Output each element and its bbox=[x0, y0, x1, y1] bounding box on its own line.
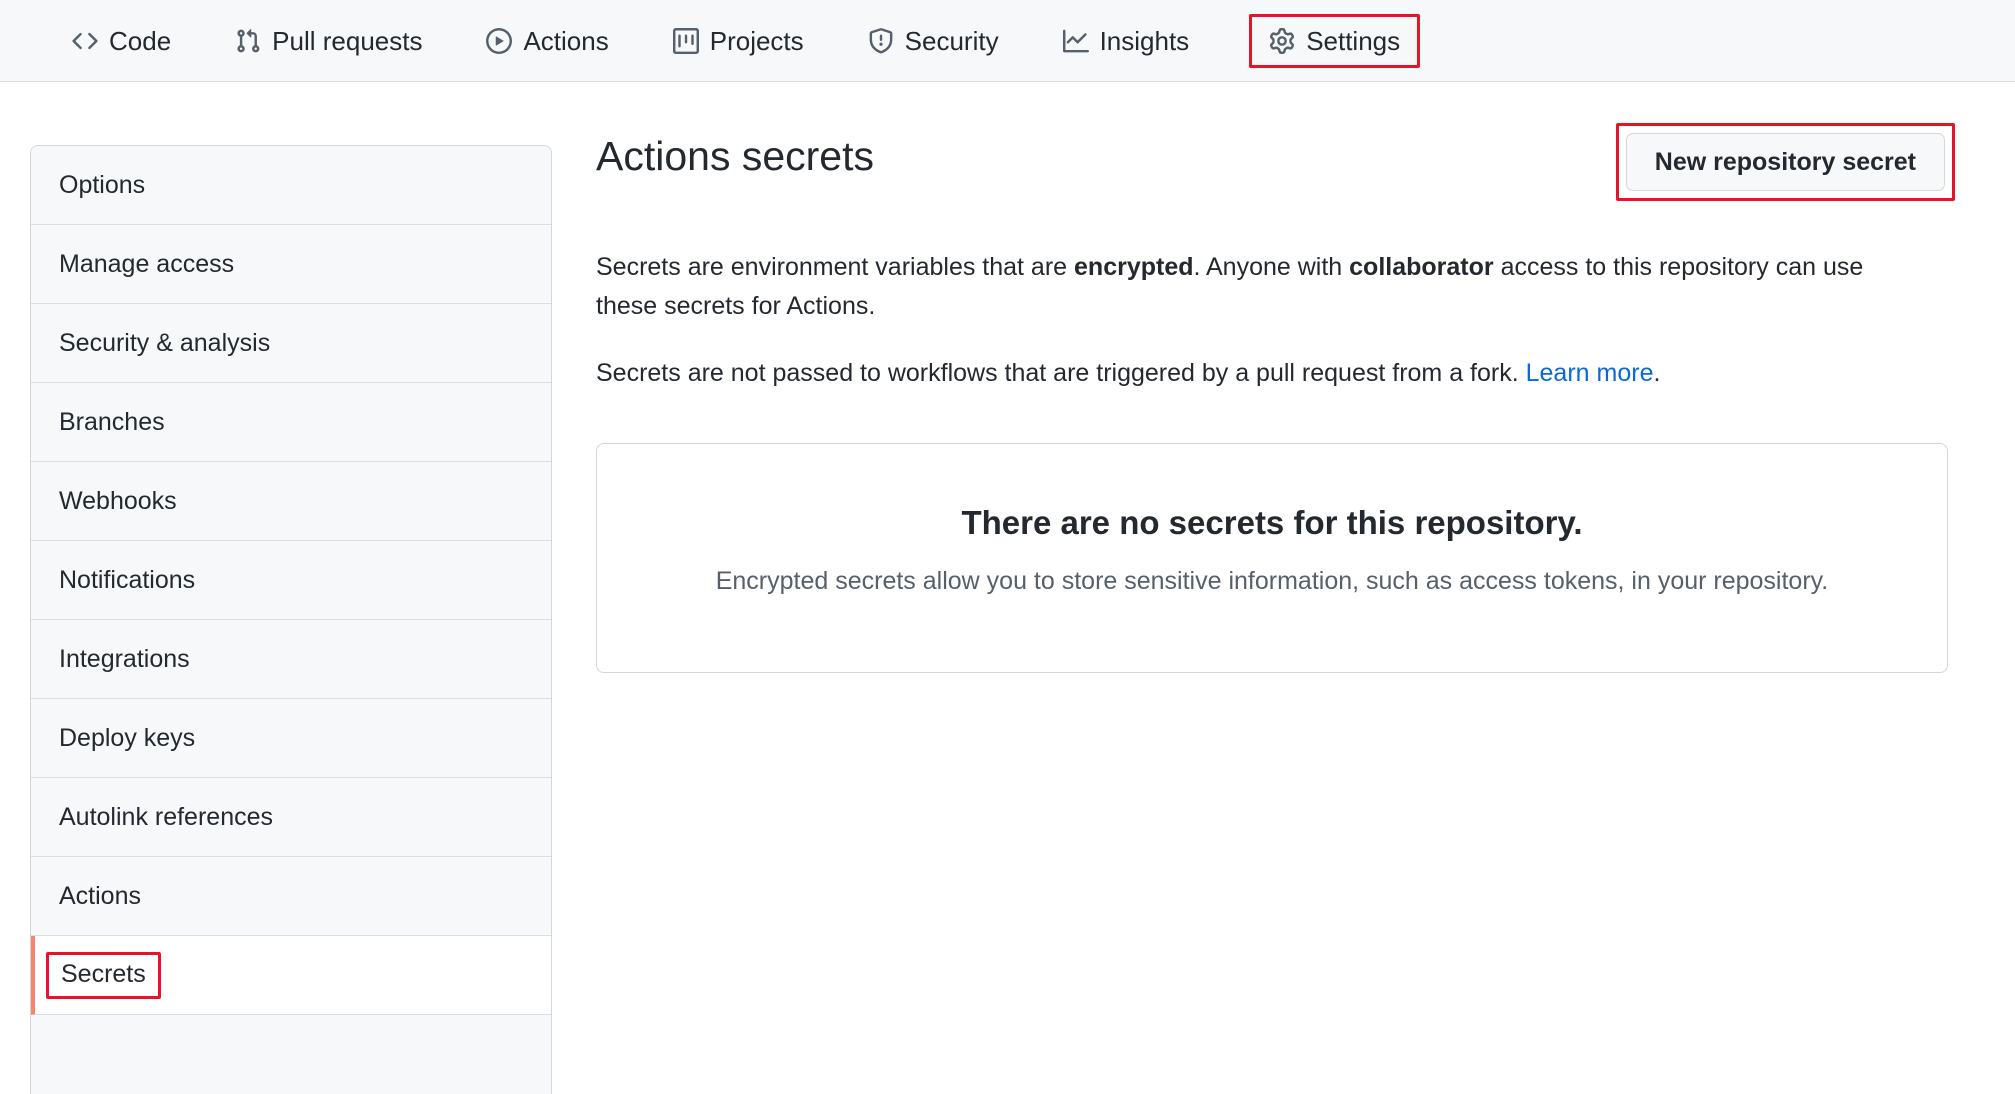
sidebar-item-label: Notifications bbox=[59, 568, 195, 593]
sidebar-item-options[interactable]: Options bbox=[31, 146, 551, 225]
secrets-description-paragraph-1: Secrets are environment variables that a… bbox=[596, 248, 1886, 326]
sidebar-item-label: Webhooks bbox=[59, 489, 177, 514]
nav-tab-label: Settings bbox=[1306, 28, 1400, 54]
desc2-part2: . bbox=[1653, 359, 1660, 387]
empty-state-subtitle: Encrypted secrets allow you to store sen… bbox=[716, 565, 1829, 598]
sidebar-item-notifications[interactable]: Notifications bbox=[31, 541, 551, 620]
play-circle-icon bbox=[486, 28, 512, 54]
nav-tab-settings[interactable]: Settings bbox=[1249, 14, 1420, 68]
nav-tab-label: Security bbox=[905, 28, 999, 54]
desc1-part1: Secrets are environment variables that a… bbox=[596, 253, 1074, 281]
sidebar-item-label: Deploy keys bbox=[59, 726, 195, 751]
new-repository-secret-button[interactable]: New repository secret bbox=[1626, 133, 1945, 191]
sidebar-item-label: Autolink references bbox=[59, 805, 273, 830]
sidebar-item-deploy-keys[interactable]: Deploy keys bbox=[31, 699, 551, 778]
sidebar-item-label: Security & analysis bbox=[59, 331, 270, 356]
repository-nav-bar: Code Pull requests Actions Projects bbox=[0, 0, 2015, 82]
sidebar-item-secrets[interactable]: Secrets bbox=[31, 936, 551, 1015]
new-secret-annotation-box: New repository secret bbox=[1616, 123, 1955, 201]
desc1-part2: . Anyone with bbox=[1194, 253, 1350, 281]
nav-tab-label: Actions bbox=[523, 28, 608, 54]
nav-tab-actions[interactable]: Actions bbox=[466, 14, 628, 68]
shield-alert-icon bbox=[868, 28, 894, 54]
sidebar-item-branches[interactable]: Branches bbox=[31, 383, 551, 462]
desc1-bold-encrypted: encrypted bbox=[1074, 253, 1193, 281]
page-title: Actions secrets bbox=[596, 130, 874, 181]
desc2-part1: Secrets are not passed to workflows that… bbox=[596, 359, 1526, 387]
learn-more-link[interactable]: Learn more bbox=[1526, 359, 1654, 387]
sidebar-item-label: Actions bbox=[59, 884, 141, 909]
sidebar-item-autolink-references[interactable]: Autolink references bbox=[31, 778, 551, 857]
empty-state-card: There are no secrets for this repository… bbox=[596, 443, 1948, 673]
nav-tab-label: Insights bbox=[1100, 28, 1190, 54]
empty-state-title: There are no secrets for this repository… bbox=[961, 503, 1582, 543]
main-content: Actions secrets New repository secret Se… bbox=[596, 130, 1948, 673]
nav-tab-label: Pull requests bbox=[272, 28, 422, 54]
sidebar-item-label: Branches bbox=[59, 410, 165, 435]
code-icon bbox=[72, 28, 98, 54]
content-header: Actions secrets New repository secret bbox=[596, 130, 1948, 202]
settings-sidebar: Options Manage access Security & analysi… bbox=[30, 145, 552, 1094]
nav-tab-label: Code bbox=[109, 28, 171, 54]
sidebar-item-label: Manage access bbox=[59, 252, 234, 277]
project-board-icon bbox=[673, 28, 699, 54]
sidebar-item-manage-access[interactable]: Manage access bbox=[31, 225, 551, 304]
sidebar-item-integrations[interactable]: Integrations bbox=[31, 620, 551, 699]
sidebar-item-label: Options bbox=[59, 173, 145, 198]
nav-tab-pull-requests[interactable]: Pull requests bbox=[215, 14, 442, 68]
sidebar-item-label: Secrets bbox=[46, 952, 161, 999]
git-pull-request-icon bbox=[235, 28, 261, 54]
sidebar-item-partial[interactable] bbox=[31, 1015, 551, 1094]
secrets-description-paragraph-2: Secrets are not passed to workflows that… bbox=[596, 354, 1886, 393]
sidebar-item-security-and-analysis[interactable]: Security & analysis bbox=[31, 304, 551, 383]
sidebar-item-actions[interactable]: Actions bbox=[31, 857, 551, 936]
nav-tab-insights[interactable]: Insights bbox=[1043, 14, 1210, 68]
desc1-bold-collaborator: collaborator bbox=[1349, 253, 1493, 281]
sidebar-item-label: Integrations bbox=[59, 647, 190, 672]
nav-tab-security[interactable]: Security bbox=[848, 14, 1019, 68]
graph-line-icon bbox=[1063, 28, 1089, 54]
nav-tab-label: Projects bbox=[710, 28, 804, 54]
nav-tab-projects[interactable]: Projects bbox=[653, 14, 824, 68]
gear-icon bbox=[1269, 28, 1295, 54]
nav-tab-code[interactable]: Code bbox=[52, 14, 191, 68]
sidebar-item-webhooks[interactable]: Webhooks bbox=[31, 462, 551, 541]
